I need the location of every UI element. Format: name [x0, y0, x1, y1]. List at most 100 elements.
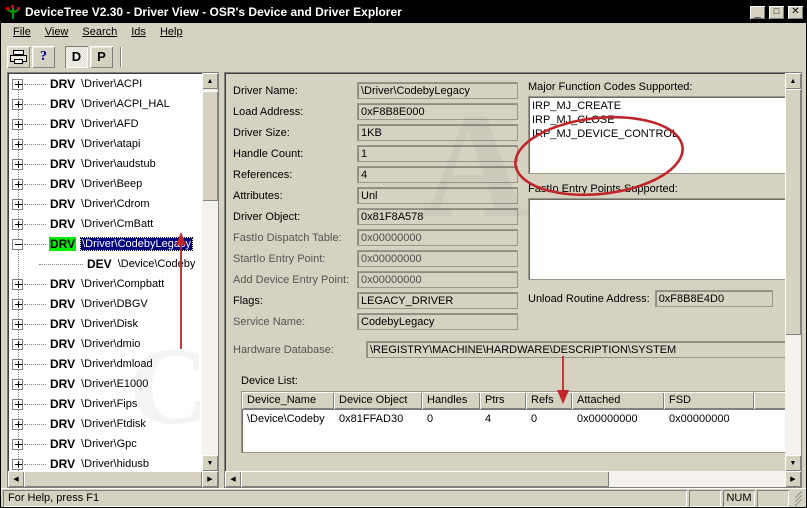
expand-icon[interactable]	[12, 79, 23, 90]
tree-node[interactable]: DRV\Driver\Fips	[8, 394, 202, 414]
tree-node[interactable]: DRV\Driver\Cdrom	[8, 194, 202, 214]
column-header-fsd[interactable]: FSD	[664, 392, 754, 409]
tree-vertical-scrollbar[interactable]: ▲ ▼	[202, 73, 218, 471]
tree-scroll-right-button[interactable]: ▶	[202, 471, 218, 487]
column-header-device-object[interactable]: Device Object	[334, 392, 422, 409]
expand-icon[interactable]	[12, 159, 23, 170]
detail-hscroll-thumb[interactable]	[241, 471, 609, 487]
tree-node[interactable]: DRV\Driver\dmio	[8, 334, 202, 354]
menu-help[interactable]: Help	[153, 24, 190, 40]
value-driver-size[interactable]: 1KB	[357, 124, 518, 141]
tree-scroll-down-button[interactable]: ▼	[202, 455, 218, 471]
expand-icon[interactable]	[12, 359, 23, 370]
expand-icon[interactable]	[12, 139, 23, 150]
major-function-code-item[interactable]: IRP_MJ_DEVICE_CONTROL	[532, 127, 785, 141]
expand-icon[interactable]	[12, 179, 23, 190]
value-unload-routine-address[interactable]: 0xF8B8E4D0	[655, 290, 773, 307]
maximize-button[interactable]: □	[768, 5, 785, 20]
tree-node[interactable]: DRV\Driver\Ftdisk	[8, 414, 202, 434]
expand-icon[interactable]	[12, 99, 23, 110]
expand-icon[interactable]	[12, 419, 23, 430]
column-header-blank[interactable]	[754, 392, 785, 409]
column-header-refs[interactable]: Refs	[526, 392, 572, 409]
detail-scrollbar-thumb[interactable]	[785, 89, 801, 335]
menu-view[interactable]: View	[38, 24, 76, 40]
major-function-code-item[interactable]: IRP_MJ_CREATE	[532, 99, 785, 113]
device-list-table[interactable]: Device_NameDevice ObjectHandlesPtrsRefsA…	[241, 391, 785, 453]
value-references[interactable]: 4	[357, 166, 518, 183]
device-view-button[interactable]: P	[90, 46, 113, 68]
value-startio-entry-point[interactable]: 0x00000000	[357, 250, 518, 267]
tree-node[interactable]: DRV\Driver\Beep	[8, 174, 202, 194]
tree-scrollbar-thumb[interactable]	[202, 91, 218, 201]
detail-horizontal-scrollbar[interactable]: ◀ ▶	[225, 471, 801, 487]
value-flags[interactable]: LEGACY_DRIVER	[357, 292, 518, 309]
expand-icon[interactable]	[12, 279, 23, 290]
tree-node[interactable]: DRV\Driver\AFD	[8, 114, 202, 134]
tree-node[interactable]: DRV\Driver\audstub	[8, 154, 202, 174]
expand-icon[interactable]	[12, 399, 23, 410]
minimize-button[interactable]: _	[749, 5, 766, 20]
tree-node[interactable]: DEV\Device\Codeby	[8, 254, 202, 274]
tree-node[interactable]: DRV\Driver\Compbatt	[8, 274, 202, 294]
collapse-icon[interactable]	[12, 239, 23, 250]
value-fastio-dispatch-table[interactable]: 0x00000000	[357, 229, 518, 246]
detail-scroll-left-button[interactable]: ◀	[225, 471, 241, 487]
help-button[interactable]: ?	[32, 46, 55, 68]
value-service-name[interactable]: CodebyLegacy	[357, 313, 518, 330]
tree-node[interactable]: DRV\Driver\E1000	[8, 374, 202, 394]
expand-icon[interactable]	[12, 339, 23, 350]
driver-tree[interactable]: DRV\Driver\ACPIDRV\Driver\ACPI_HALDRV\Dr…	[8, 73, 202, 471]
main-content: DRV\Driver\ACPIDRV\Driver\ACPI_HALDRV\Dr…	[1, 70, 806, 488]
value-load-address[interactable]: 0xF8B8E000	[357, 103, 518, 120]
driver-badge: DRV	[49, 117, 76, 131]
detail-scroll-down-button[interactable]: ▼	[785, 455, 801, 471]
detail-scroll-right-button[interactable]: ▶	[785, 471, 801, 487]
device-list-row[interactable]: \Device\Codeby0x81FFAD300400x000000000x0…	[242, 410, 785, 427]
tree-node[interactable]: DRV\Driver\Gpc	[8, 434, 202, 454]
tree-node[interactable]: DRV\Driver\DBGV	[8, 294, 202, 314]
expand-icon[interactable]	[12, 439, 23, 450]
value-hardware-database[interactable]: \REGISTRY\MACHINE\HARDWARE\DESCRIPTION\S…	[366, 341, 785, 358]
column-header-device-name[interactable]: Device_Name	[242, 392, 334, 409]
expand-icon[interactable]	[12, 379, 23, 390]
expand-icon[interactable]	[12, 219, 23, 230]
value-driver-name[interactable]: \Driver\CodebyLegacy	[357, 82, 518, 99]
value-driver-object[interactable]: 0x81F8A578	[357, 208, 518, 225]
expand-icon[interactable]	[12, 299, 23, 310]
column-header-handles[interactable]: Handles	[422, 392, 480, 409]
detail-scroll-up-button[interactable]: ▲	[785, 73, 801, 89]
tree-node[interactable]: DRV\Driver\hidusb	[8, 454, 202, 471]
resize-grip-icon[interactable]	[790, 490, 804, 507]
column-header-ptrs[interactable]: Ptrs	[480, 392, 526, 409]
tree-scroll-up-button[interactable]: ▲	[202, 73, 218, 89]
tree-scroll-left-button[interactable]: ◀	[8, 471, 24, 487]
menu-file[interactable]: File	[6, 24, 38, 40]
driver-view-button[interactable]: D	[65, 46, 88, 68]
menu-ids[interactable]: Ids	[124, 24, 153, 40]
tree-hscroll-thumb[interactable]	[24, 471, 202, 487]
expand-icon[interactable]	[12, 199, 23, 210]
menu-search[interactable]: Search	[75, 24, 124, 40]
tree-node[interactable]: DRV\Driver\CmBatt	[8, 214, 202, 234]
tree-horizontal-scrollbar[interactable]: ◀ ▶	[8, 471, 218, 487]
tree-node[interactable]: DRV\Driver\ACPI	[8, 74, 202, 94]
tree-node[interactable]: DRV\Driver\ACPI_HAL	[8, 94, 202, 114]
tree-selected-device-node[interactable]: DRV\Driver\CodebyLegacy	[8, 234, 202, 254]
detail-vertical-scrollbar[interactable]: ▲ ▼	[785, 73, 801, 471]
value-handle-count[interactable]: 1	[357, 145, 518, 162]
value-attributes[interactable]: Unl	[357, 187, 518, 204]
tree-node[interactable]: DRV\Driver\dmload	[8, 354, 202, 374]
expand-icon[interactable]	[12, 319, 23, 330]
expand-icon[interactable]	[12, 459, 23, 470]
column-header-attached[interactable]: Attached	[572, 392, 664, 409]
major-function-code-item[interactable]: IRP_MJ_CLOSE	[532, 113, 785, 127]
fastio-entry-points-list[interactable]	[528, 198, 785, 280]
tree-node[interactable]: DRV\Driver\Disk	[8, 314, 202, 334]
close-button[interactable]: ✕	[787, 5, 804, 20]
value-add-device-entry-point[interactable]: 0x00000000	[357, 271, 518, 288]
expand-icon[interactable]	[12, 119, 23, 130]
major-function-codes-list[interactable]: IRP_MJ_CREATEIRP_MJ_CLOSEIRP_MJ_DEVICE_C…	[528, 96, 785, 174]
tree-node[interactable]: DRV\Driver\atapi	[8, 134, 202, 154]
print-button[interactable]	[7, 46, 30, 68]
